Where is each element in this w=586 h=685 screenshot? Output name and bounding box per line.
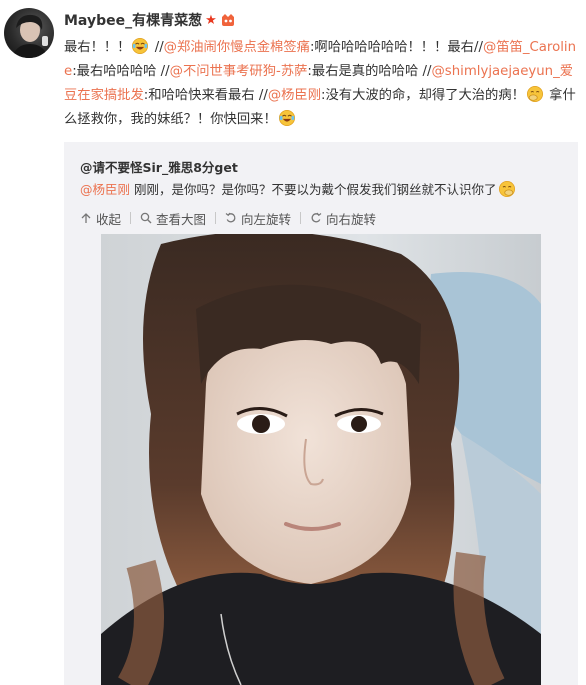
post-content: 最右！！！ //@郑油闹你慢点金棉签痛:啊哈哈哈哈哈哈！！！最右//@笛笛_Ca… [64, 36, 578, 132]
star-icon: ★ [205, 12, 217, 28]
repost-content: @杨臣刚 刚刚，是你吗？是你吗？不要以为戴个假发我们钢丝就不认识你了 [80, 180, 570, 200]
username[interactable]: Maybee_有棵青菜葱 [64, 10, 202, 30]
repost-author[interactable]: @请不要怪Sir_雅思8分get [80, 157, 238, 176]
post-text-segment: :最右哈哈哈哈 // [72, 64, 170, 79]
collapse-arrow-icon [81, 213, 91, 223]
repost-box: @请不要怪Sir_雅思8分get @杨臣刚 刚刚，是你吗？是你吗？不要以为戴个假… [64, 142, 578, 685]
weibo-post: Maybee_有棵青菜葱 ★ 最右！！！ //@郑油闹你慢点金棉签痛:啊哈哈哈哈… [0, 0, 586, 685]
rotate-right-button[interactable]: 向右旋转 [310, 209, 376, 228]
rotate-right-label: 向右旋转 [326, 211, 377, 227]
repost-text: 刚刚，是你吗？是你吗？不要以为戴个假发我们钢丝就不认识你了 [130, 182, 497, 197]
post-text-segment: :和哈哈快来看最右 // [143, 88, 268, 103]
post-text-segment: :最右是真的哈哈哈 // [307, 64, 432, 79]
post-text-segment: 最右！！！ [64, 40, 131, 55]
post-photo[interactable] [101, 234, 541, 685]
avatar[interactable] [4, 8, 54, 58]
rotate-left-label: 向左旋转 [241, 211, 292, 227]
post-text-segment: // [150, 40, 164, 55]
toolbar-divider [300, 212, 302, 224]
cover-mouth-emoji-icon [498, 180, 515, 198]
laugh-tears-emoji-icon [132, 37, 149, 55]
rotate-left-icon [225, 212, 236, 223]
rotate-right-icon [311, 212, 322, 223]
mention-link[interactable]: @郑油闹你慢点金棉签痛 [164, 40, 310, 55]
view-large-label: 查看大图 [156, 211, 207, 227]
rotate-left-button[interactable]: 向左旋转 [225, 209, 291, 228]
avatar-image [12, 14, 48, 58]
cover-mouth-emoji-icon [526, 85, 543, 103]
selfie-photo-image [101, 234, 541, 685]
mention-link[interactable]: @杨臣刚 [80, 182, 130, 197]
collapse-label: 收起 [96, 211, 122, 227]
view-large-button[interactable]: 查看大图 [140, 209, 206, 228]
laugh-tears-emoji-icon [278, 109, 295, 127]
post-text-segment: :没有大波的命，却得了大治的病！ [321, 88, 525, 103]
toolbar-divider [130, 212, 132, 224]
mention-link[interactable]: @不问世事考研狗-苏萨 [170, 64, 308, 79]
post-header: Maybee_有棵青菜葱 ★ [64, 10, 236, 30]
post-text-segment: :啊哈哈哈哈哈哈！！！最右// [309, 40, 483, 55]
toolbar-divider [215, 212, 217, 224]
vip-badge-icon[interactable] [220, 13, 236, 27]
collapse-button[interactable]: 收起 [80, 209, 121, 228]
mention-link[interactable]: @杨臣刚 [268, 88, 321, 103]
image-toolbar: 收起 查看大图 向左旋转 向右旋转 [80, 208, 376, 228]
search-icon [140, 212, 152, 224]
